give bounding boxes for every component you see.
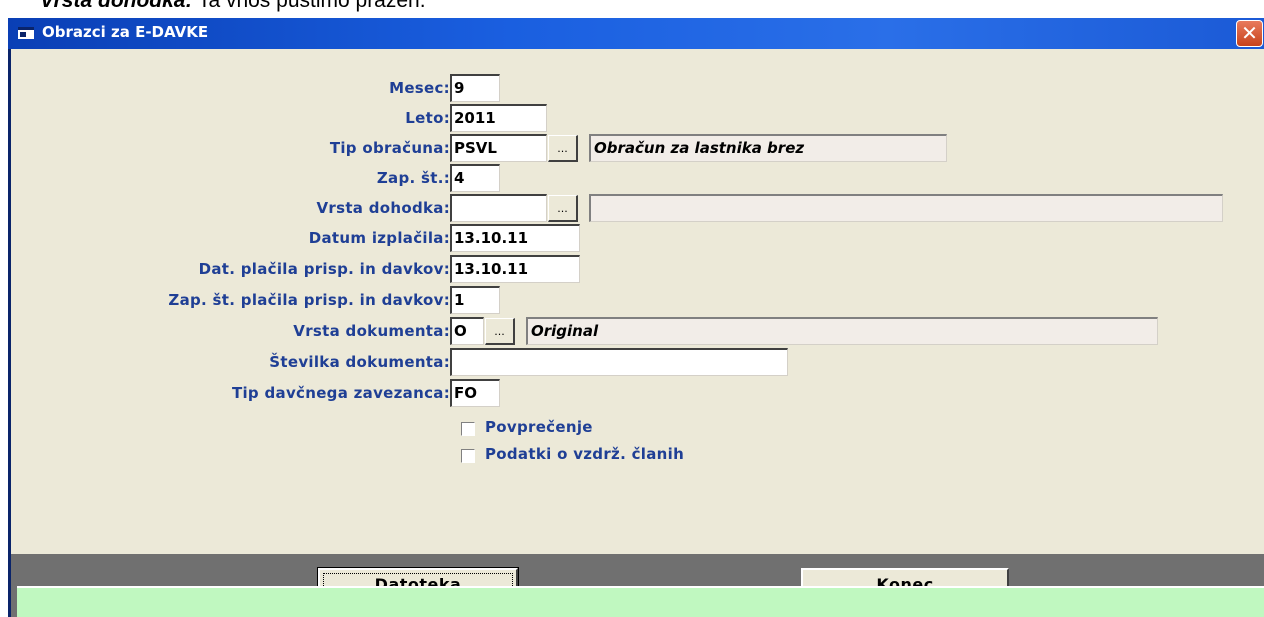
dat-placila-input[interactable]: 13.10.11 — [450, 255, 580, 283]
zap-st-placila-label: Zap. št. plačila prisp. in davkov: — [168, 291, 450, 309]
tip-zavezanca-input[interactable]: FO — [450, 379, 500, 407]
window-icon — [18, 27, 34, 39]
zap-st-placila-input[interactable]: 1 — [450, 286, 500, 314]
povprecenje-label[interactable]: Povprečenje — [485, 418, 593, 436]
tip-obracuna-label: Tip obračuna: — [329, 139, 450, 157]
form-area: Mesec: 9 Leto: 2011 Tip obračuna: PSVL .… — [11, 49, 1264, 617]
datum-izplacila-input[interactable]: 13.10.11 — [450, 224, 580, 252]
zap-st-label: Zap. št.: — [376, 169, 450, 187]
stevilka-dokumenta-input[interactable] — [450, 348, 788, 376]
vrsta-dokumenta-description: Original — [526, 317, 1158, 345]
close-button[interactable]: ✕ — [1236, 20, 1263, 47]
background-text-bold: Vrsta dohodka: — [40, 0, 193, 12]
tip-obracuna-input[interactable]: PSVL — [450, 134, 547, 162]
tip-obracuna-browse-button[interactable]: ... — [548, 135, 578, 162]
leto-input[interactable]: 2011 — [450, 104, 547, 132]
dat-placila-label: Dat. plačila prisp. in davkov: — [198, 260, 450, 278]
background-text-rest: Ta vnos pustimo prazen. — [192, 0, 426, 12]
status-bar — [17, 586, 1264, 617]
stevilka-dokumenta-label: Številka dokumenta: — [269, 353, 450, 371]
podatki-vzdrz-checkbox[interactable] — [461, 449, 475, 463]
leto-label: Leto: — [405, 109, 450, 127]
podatki-vzdrz-label[interactable]: Podatki o vzdrž. članih — [485, 445, 684, 463]
mesec-input[interactable]: 9 — [450, 74, 500, 102]
vrsta-dokumenta-browse-button[interactable]: ... — [485, 318, 515, 345]
tip-obracuna-description: Obračun za lastnika brez — [589, 134, 947, 162]
tip-zavezanca-label: Tip davčnega zavezanca: — [231, 384, 450, 402]
window-title: Obrazci za E-DAVKE — [42, 23, 209, 41]
datum-izplacila-label: Datum izplačila: — [308, 229, 450, 247]
mesec-label: Mesec: — [389, 79, 450, 97]
vrsta-dohodka-input[interactable] — [450, 194, 547, 222]
vrsta-dohodka-description — [589, 194, 1223, 222]
background-document-text: Vrsta dohodka: Ta vnos pustimo prazen. — [40, 0, 426, 13]
vrsta-dokumenta-input[interactable]: O — [450, 317, 484, 345]
vrsta-dokumenta-label: Vrsta dokumenta: — [293, 322, 450, 340]
dialog-window: Obrazci za E-DAVKE ✕ Mesec: 9 Leto: 2011… — [8, 18, 1264, 617]
title-bar[interactable]: Obrazci za E-DAVKE ✕ — [8, 18, 1264, 49]
vrsta-dohodka-browse-button[interactable]: ... — [548, 195, 578, 222]
povprecenje-checkbox[interactable] — [461, 422, 475, 436]
vrsta-dohodka-label: Vrsta dohodka: — [316, 199, 450, 217]
zap-st-input[interactable]: 4 — [450, 164, 500, 192]
close-icon: ✕ — [1241, 21, 1258, 45]
